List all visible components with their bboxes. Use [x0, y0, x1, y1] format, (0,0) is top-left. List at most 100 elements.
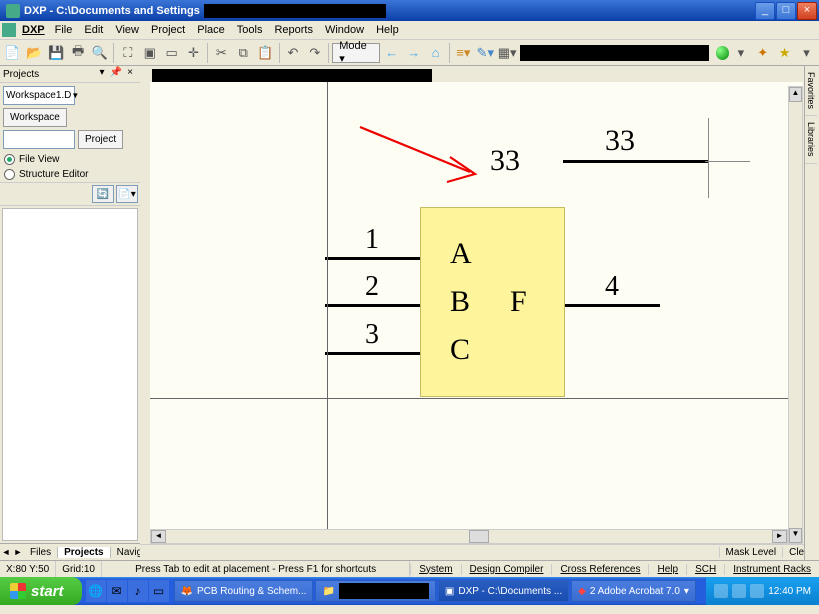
menu-window[interactable]: Window	[319, 24, 370, 36]
tab-scroll-left[interactable]: ◄	[0, 547, 12, 557]
mode-dropdown[interactable]: Mode ▾	[332, 43, 380, 63]
undo-button[interactable]: ↶	[283, 42, 304, 64]
zoom-fit-button[interactable]: ▣	[139, 42, 160, 64]
task-firefox[interactable]: 🦊 PCB Routing & Schem...	[174, 580, 314, 602]
paste-button[interactable]: 📋	[255, 42, 276, 64]
file-view-label: File View	[19, 154, 59, 165]
file-view-radio[interactable]: File View	[0, 152, 140, 167]
task-acrobat[interactable]: ◆ 2 Adobe Acrobat 7.0 ▾	[571, 580, 696, 602]
pin-33-number-line: 33	[605, 124, 635, 158]
preview-button[interactable]: 🔍	[90, 42, 111, 64]
scroll-up-button[interactable]: ▲	[789, 87, 802, 102]
panel-pin-icon[interactable]: 📌	[109, 67, 123, 81]
project-button[interactable]: Project	[78, 130, 123, 149]
menu-place[interactable]: Place	[191, 24, 231, 36]
tab-scroll-right[interactable]: ►	[12, 547, 24, 557]
app-icon	[6, 4, 20, 18]
tab-favorites[interactable]: Favorites	[805, 66, 817, 116]
tool-star-dd[interactable]: ▾	[796, 42, 817, 64]
menu-project[interactable]: Project	[145, 24, 191, 36]
file-dd-button[interactable]: 📄▾	[116, 185, 138, 203]
ql-mail-icon[interactable]: ✉	[107, 580, 127, 602]
ql-music-icon[interactable]: ♪	[128, 580, 148, 602]
pin-1-line[interactable]	[325, 257, 420, 260]
redo-button[interactable]: ↷	[304, 42, 325, 64]
tray-icon-1[interactable]	[714, 584, 728, 598]
vertical-scrollbar[interactable]: ▲ ▼	[788, 86, 803, 544]
tool-compass-icon[interactable]: ✦	[752, 42, 773, 64]
window-title: DXP - C:\Documents and Settings	[24, 5, 200, 17]
close-button[interactable]: ×	[797, 2, 817, 20]
tab-files[interactable]: Files	[24, 547, 58, 558]
status-design-compiler[interactable]: Design Compiler	[461, 564, 552, 575]
orb-dropdown[interactable]: ▾	[730, 42, 751, 64]
nav-left-button[interactable]: ←	[381, 42, 402, 64]
system-tray[interactable]: 12:40 PM	[706, 577, 819, 605]
panel-dropdown-icon[interactable]: ▾	[95, 67, 109, 81]
maximize-button[interactable]: □	[776, 2, 796, 20]
workspace-combo[interactable]: Workspace1.D ▼	[3, 86, 75, 105]
nav-home-button[interactable]: ⌂	[425, 42, 446, 64]
start-button[interactable]: start	[0, 577, 82, 605]
menu-tools[interactable]: Tools	[231, 24, 269, 36]
menu-edit[interactable]: Edit	[78, 24, 109, 36]
structure-editor-radio[interactable]: Structure Editor	[0, 167, 140, 182]
firefox-icon: 🦊	[181, 586, 193, 597]
project-tree[interactable]	[2, 208, 138, 541]
task-dxp[interactable]: ▣ DXP - C:\Documents ...	[438, 580, 569, 602]
cut-button[interactable]: ✂	[211, 42, 232, 64]
pin-2-line[interactable]	[325, 304, 420, 307]
scroll-thumb[interactable]	[469, 530, 489, 543]
pin-3-line[interactable]	[325, 352, 420, 355]
new-button[interactable]: 📄	[2, 42, 23, 64]
grid-button[interactable]: ▦▾	[497, 42, 518, 64]
nav-right-button[interactable]: →	[403, 42, 424, 64]
zoom-selected-button[interactable]: ▭	[161, 42, 182, 64]
label-a: A	[450, 237, 472, 271]
tray-icon-2[interactable]	[732, 584, 746, 598]
schematic-canvas[interactable]: 1 2 3 4 A B C F 33 33	[150, 82, 803, 529]
place-net-button[interactable]: ≡▾	[453, 42, 474, 64]
cross-probe-button[interactable]: ✛	[183, 42, 204, 64]
pin-33-line[interactable]	[563, 160, 708, 163]
panel-close-icon[interactable]: ×	[123, 67, 137, 81]
menu-reports[interactable]: Reports	[268, 24, 319, 36]
menu-dxp[interactable]: DXP	[22, 24, 45, 36]
menubar: DXP File Edit View Project Place Tools R…	[0, 21, 819, 40]
place-part-button[interactable]: ✎▾	[475, 42, 496, 64]
pin-4-line[interactable]	[565, 304, 660, 307]
status-cross-refs[interactable]: Cross References	[551, 564, 648, 575]
ql-ie-icon[interactable]: 🌐	[86, 580, 106, 602]
component-body[interactable]	[420, 207, 565, 397]
tray-icon-3[interactable]	[750, 584, 764, 598]
copy-button[interactable]: ⧉	[233, 42, 254, 64]
project-combo[interactable]	[3, 130, 75, 149]
doc-tab-redacted[interactable]	[152, 69, 432, 83]
save-button[interactable]: 💾	[46, 42, 67, 64]
status-sch[interactable]: SCH	[686, 564, 724, 575]
scroll-down-button[interactable]: ▼	[789, 528, 802, 543]
refresh-button[interactable]: 🔄	[92, 185, 114, 203]
status-help[interactable]: Help	[648, 564, 686, 575]
minimize-button[interactable]: _	[755, 2, 775, 20]
tab-libraries[interactable]: Libraries	[805, 116, 817, 164]
tool-star-icon[interactable]: ★	[774, 42, 795, 64]
menu-help[interactable]: Help	[370, 24, 405, 36]
annotation-arrow-icon	[355, 117, 495, 187]
print-button[interactable]: 🖶	[68, 42, 89, 64]
horizontal-scrollbar[interactable]: ◄ ►	[150, 529, 788, 544]
ql-desktop-icon[interactable]: ▭	[149, 580, 169, 602]
radio-checked-icon	[4, 154, 15, 165]
menu-file[interactable]: File	[49, 24, 79, 36]
open-button[interactable]: 📂	[24, 42, 45, 64]
status-instrument[interactable]: Instrument Racks	[724, 564, 819, 575]
scroll-left-button[interactable]: ◄	[151, 530, 166, 543]
zoom-area-button[interactable]: ⛶	[117, 42, 138, 64]
tab-projects[interactable]: Projects	[58, 547, 110, 558]
scroll-right-button[interactable]: ►	[772, 530, 787, 543]
mask-level-button[interactable]: Mask Level	[719, 547, 783, 558]
status-system[interactable]: System	[410, 564, 460, 575]
menu-view[interactable]: View	[109, 24, 145, 36]
workspace-button[interactable]: Workspace	[3, 108, 67, 127]
task-explorer[interactable]: 📁	[315, 580, 435, 602]
